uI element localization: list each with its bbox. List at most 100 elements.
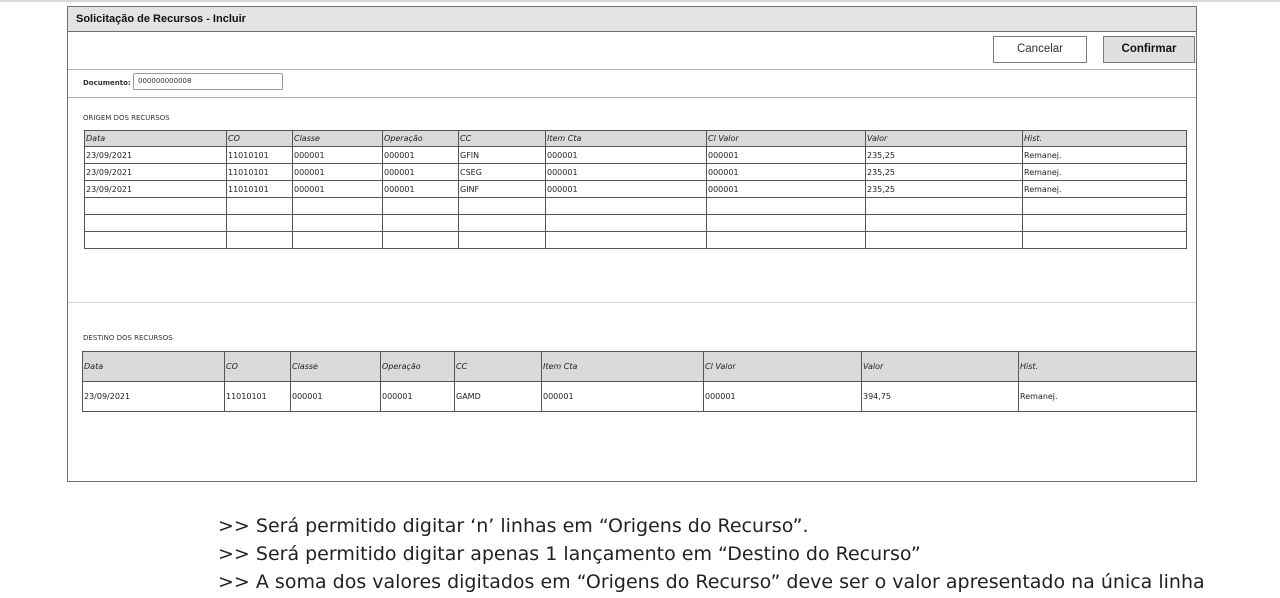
- origin-col-item-cta[interactable]: Item Cta: [545, 130, 707, 147]
- origin-col-hist[interactable]: Hist.: [1022, 130, 1187, 147]
- origin-cell[interactable]: 23/09/2021: [84, 163, 227, 181]
- origin-cell[interactable]: [292, 197, 383, 215]
- origin-cell[interactable]: [706, 197, 866, 215]
- origin-cell[interactable]: [382, 214, 459, 232]
- origin-cell[interactable]: [84, 231, 227, 249]
- destination-col-cc[interactable]: CC: [454, 351, 542, 382]
- origin-row[interactable]: [84, 231, 1187, 249]
- origin-cell[interactable]: GINF: [458, 180, 546, 198]
- document-field[interactable]: 000000000008: [133, 73, 283, 90]
- destination-col-co[interactable]: CO: [224, 351, 291, 382]
- origin-cell[interactable]: 000001: [292, 180, 383, 198]
- origin-cell[interactable]: CSEG: [458, 163, 546, 181]
- origin-cell[interactable]: 000001: [292, 146, 383, 164]
- destination-col-item-cta[interactable]: Item Cta: [541, 351, 704, 382]
- cancel-button[interactable]: Cancelar: [993, 36, 1087, 63]
- origin-cell[interactable]: GFIN: [458, 146, 546, 164]
- origin-cell[interactable]: [458, 197, 546, 215]
- origin-cell[interactable]: [292, 231, 383, 249]
- origin-row[interactable]: 23/09/2021 11010101 000001 000001 CSEG 000001…: [84, 163, 1187, 181]
- origin-cell[interactable]: 235,25: [865, 146, 1023, 164]
- destination-cell[interactable]: Remanej.: [1018, 381, 1197, 412]
- origin-row[interactable]: [84, 197, 1187, 215]
- origin-cell[interactable]: [292, 214, 383, 232]
- note-line: >> A soma dos valores digitados em “Orig…: [218, 571, 1205, 593]
- origin-cell[interactable]: [545, 231, 707, 249]
- destination-cell[interactable]: 394,75: [861, 381, 1019, 412]
- destination-col-classe[interactable]: Classe: [290, 351, 381, 382]
- note-line: >> Será permitido digitar apenas 1 lança…: [218, 543, 921, 565]
- origin-cell[interactable]: Remanej.: [1022, 163, 1187, 181]
- origin-col-cc[interactable]: CC: [458, 130, 546, 147]
- origin-header-row: Data CO Classe Operação CC Item Cta Cl V…: [84, 130, 1187, 147]
- origin-cell[interactable]: 11010101: [226, 146, 293, 164]
- origin-col-data[interactable]: Data: [84, 130, 227, 147]
- destination-col-cl-valor[interactable]: Cl Valor: [703, 351, 862, 382]
- destination-col-data[interactable]: Data: [82, 351, 225, 382]
- origin-cell[interactable]: 11010101: [226, 180, 293, 198]
- destination-cell[interactable]: 000001: [541, 381, 704, 412]
- origin-cell[interactable]: [226, 231, 293, 249]
- origin-cell[interactable]: [545, 214, 707, 232]
- destination-cell[interactable]: 000001: [380, 381, 455, 412]
- destination-cell[interactable]: 000001: [703, 381, 862, 412]
- origin-cell[interactable]: [84, 197, 227, 215]
- origin-cell[interactable]: 000001: [545, 180, 707, 198]
- origin-cell[interactable]: 23/09/2021: [84, 180, 227, 198]
- origin-cell[interactable]: [382, 197, 459, 215]
- origin-col-cl-valor[interactable]: Cl Valor: [706, 130, 866, 147]
- origin-cell[interactable]: 000001: [382, 180, 459, 198]
- origin-cell[interactable]: [706, 231, 866, 249]
- origin-cell[interactable]: 235,25: [865, 163, 1023, 181]
- origin-cell[interactable]: 000001: [382, 163, 459, 181]
- origin-cell[interactable]: 000001: [706, 180, 866, 198]
- origin-cell[interactable]: [865, 214, 1023, 232]
- origin-cell[interactable]: 000001: [706, 146, 866, 164]
- origin-cell[interactable]: 235,25: [865, 180, 1023, 198]
- origin-cell[interactable]: 000001: [545, 146, 707, 164]
- origin-cell[interactable]: [865, 231, 1023, 249]
- origin-col-operacao[interactable]: Operação: [382, 130, 459, 147]
- origin-cell[interactable]: [1022, 231, 1187, 249]
- origin-cell[interactable]: [226, 197, 293, 215]
- origin-col-co[interactable]: CO: [226, 130, 293, 147]
- origin-grid: Data CO Classe Operação CC Item Cta Cl V…: [84, 130, 1187, 249]
- destination-section-title: DESTINO DOS RECURSOS: [83, 334, 173, 342]
- destination-col-operacao[interactable]: Operação: [380, 351, 455, 382]
- destination-row[interactable]: 23/09/2021 11010101 000001 000001 GAMD 000001…: [82, 381, 1197, 412]
- destination-cell[interactable]: 000001: [290, 381, 381, 412]
- document-label: Documento:: [83, 79, 131, 87]
- request-window: Solicitação de Recursos - Incluir Cancel…: [67, 6, 1197, 482]
- toolbar-divider: [68, 69, 1196, 70]
- top-border: [0, 0, 1280, 2]
- origin-cell[interactable]: [382, 231, 459, 249]
- origin-cell[interactable]: [706, 214, 866, 232]
- origin-cell[interactable]: 000001: [545, 163, 707, 181]
- origin-cell[interactable]: [1022, 197, 1187, 215]
- origin-row[interactable]: 23/09/2021 11010101 000001 000001 GINF 000001…: [84, 180, 1187, 198]
- origin-cell[interactable]: Remanej.: [1022, 180, 1187, 198]
- origin-cell[interactable]: 000001: [706, 163, 866, 181]
- destination-cell[interactable]: 11010101: [224, 381, 291, 412]
- destination-cell[interactable]: GAMD: [454, 381, 542, 412]
- destination-cell[interactable]: 23/09/2021: [82, 381, 225, 412]
- origin-cell[interactable]: [458, 214, 546, 232]
- origin-cell[interactable]: 11010101: [226, 163, 293, 181]
- origin-cell[interactable]: [226, 214, 293, 232]
- origin-row[interactable]: 23/09/2021 11010101 000001 000001 GFIN 000001…: [84, 146, 1187, 164]
- confirm-button[interactable]: Confirmar: [1103, 36, 1195, 63]
- origin-cell[interactable]: 000001: [292, 163, 383, 181]
- origin-cell[interactable]: [458, 231, 546, 249]
- origin-cell[interactable]: [865, 197, 1023, 215]
- origin-cell[interactable]: [545, 197, 707, 215]
- destination-col-hist[interactable]: Hist.: [1018, 351, 1197, 382]
- origin-cell[interactable]: [84, 214, 227, 232]
- origin-cell[interactable]: 000001: [382, 146, 459, 164]
- destination-col-valor[interactable]: Valor: [861, 351, 1019, 382]
- origin-cell[interactable]: 23/09/2021: [84, 146, 227, 164]
- origin-col-valor[interactable]: Valor: [865, 130, 1023, 147]
- origin-row[interactable]: [84, 214, 1187, 232]
- origin-cell[interactable]: [1022, 214, 1187, 232]
- origin-cell[interactable]: Remanej.: [1022, 146, 1187, 164]
- origin-col-classe[interactable]: Classe: [292, 130, 383, 147]
